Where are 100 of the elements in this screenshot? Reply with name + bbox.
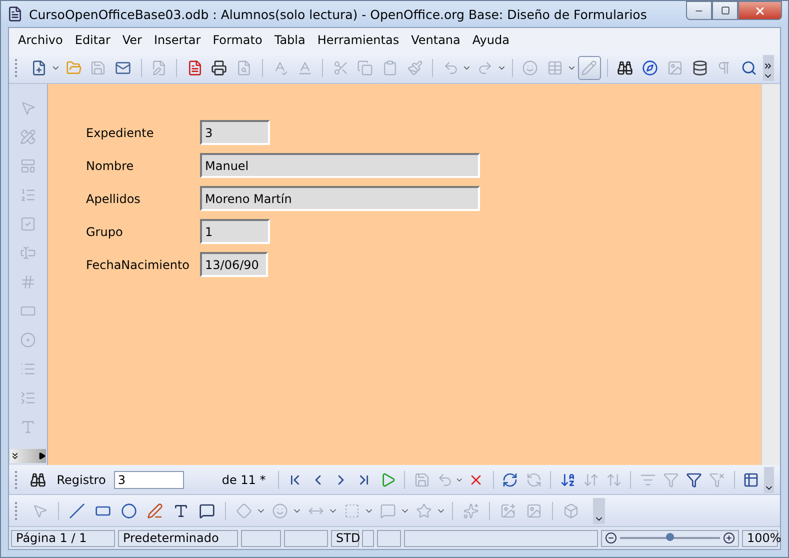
window-title: CursoOpenOfficeBase03.odb : Alumnos(solo lectura) - OpenOffice.org Base: Diseño de Formularios [29,6,648,22]
zoom-in-icon[interactable] [723,532,735,544]
menu-item[interactable]: Tabla [269,33,310,47]
data-source-icon [743,472,760,488]
redo-icon [477,60,494,76]
minimize-button[interactable] [686,1,712,20]
callout-icon [199,502,215,518]
menu-item[interactable]: Ventana [406,33,466,47]
text-field[interactable]: 3 [200,120,270,145]
text-box-icon [20,245,36,261]
table-icon [547,60,564,76]
radio-button-icon [20,332,36,348]
field-label: Grupo [86,224,124,241]
text-field[interactable]: 13/06/90 [200,252,268,277]
combo-box-icon [20,390,36,406]
copy-icon [357,60,374,76]
zoom-slider-thumb[interactable] [666,533,674,541]
paintbrush-icon [407,60,424,76]
diamond-icon [236,502,252,518]
status-field [362,530,374,546]
smiley-icon [272,502,288,518]
menu-item[interactable]: Editar [70,33,116,47]
star-icon [416,502,432,518]
undo-icon [436,472,453,488]
pointer-icon [32,502,48,518]
maximize-icon [720,6,730,15]
standard-filter-icon [686,472,702,488]
spellcheck-icon [296,60,313,76]
printer-icon [211,60,228,76]
close-icon [754,4,766,16]
text-field[interactable]: 1 [200,219,270,244]
app-icon [7,6,23,22]
points-icon [463,502,479,518]
menu-item[interactable]: Ver [117,33,147,47]
menu-item[interactable]: Herramientas [312,33,404,47]
maximize-button[interactable] [712,1,738,20]
mail-icon [115,60,132,76]
pencil-icon [581,60,598,76]
menu-item[interactable]: Insertar [148,33,206,47]
refresh-icon [502,472,518,488]
edit-file-icon [150,60,167,76]
text-icon [173,502,189,518]
menu-item[interactable]: Archivo [13,33,68,47]
smiley-icon [522,60,538,76]
save-icon [90,60,106,76]
field-label: Apellidos [86,191,142,208]
status-field [377,530,401,546]
new-document-icon [31,60,48,76]
form-design-icon [20,158,36,174]
scissors-icon [332,60,349,76]
selection-mode-status: STD [331,530,359,546]
binoculars-icon [30,472,46,488]
text-field[interactable]: Manuel [200,153,480,178]
extrusion-icon [563,502,579,518]
triangle-icon [38,452,46,460]
database-icon [692,60,708,76]
label-field-icon [20,419,36,435]
pdf-icon [186,60,203,76]
save-icon [414,472,430,488]
frame-icon [666,60,683,76]
field-label: Nombre [86,158,135,175]
compass-icon [642,60,658,76]
sort-ascending-icon [560,472,576,488]
search-icon [741,60,758,76]
menu-item[interactable]: Ayuda [467,33,514,47]
line-icon [69,502,85,518]
page-style-status: Predeterminado [118,530,238,546]
frame-icon [526,502,542,518]
freeform-line-icon [147,502,163,518]
checkbox-icon [20,216,36,232]
zoom-out-icon[interactable] [605,532,617,544]
remove-filter-icon [709,472,726,488]
filter-icon [662,472,679,488]
design-mode-icon [20,129,36,145]
menu-item[interactable]: Formato [208,33,268,47]
sort-descending-icon [582,472,599,488]
binoculars-icon [617,60,634,76]
new-record-icon [380,472,396,488]
refresh-icon [526,472,542,488]
toolbar-overflow-button[interactable] [762,54,774,80]
double-chevron-icon [10,451,20,461]
tab-order-icon [20,187,36,203]
status-field [241,530,281,546]
record-label: Registro [56,472,106,486]
page-status: Página 1 / 1 [11,530,115,546]
close-button[interactable] [738,1,782,20]
pointer-icon [20,100,36,116]
open-folder-icon [66,60,82,76]
field-label: Expediente [86,125,155,142]
numeric-field-icon [20,274,36,290]
flowchart-icon [344,502,360,518]
text-field[interactable]: Moreno Martín [200,186,480,211]
toolbar-overflow-button[interactable] [10,449,46,463]
record-count: de 11 * [222,472,266,486]
page-preview-icon [236,60,252,76]
sort-icon [606,472,622,488]
undo-icon [442,60,459,76]
record-number-field[interactable]: 3 [114,470,184,488]
ellipse-icon [121,502,137,518]
double-chevron-icon [763,60,774,70]
